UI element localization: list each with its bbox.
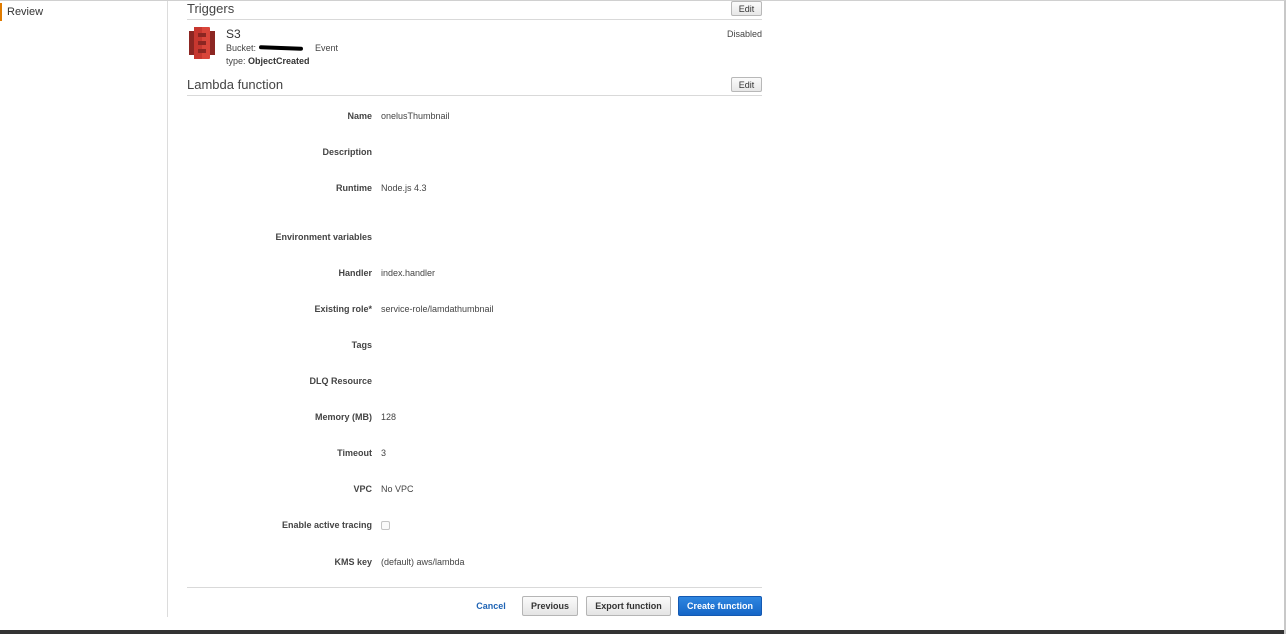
export-function-button[interactable]: Export function bbox=[586, 596, 671, 616]
trigger-type-label: type: bbox=[226, 56, 246, 66]
edit-triggers-button[interactable]: Edit bbox=[731, 1, 762, 16]
trigger-event-type: type: ObjectCreated bbox=[226, 56, 310, 66]
cancel-button[interactable]: Cancel bbox=[476, 596, 506, 616]
timeout-label: Timeout bbox=[337, 448, 372, 458]
trigger-bucket-label: Bucket: bbox=[226, 43, 257, 53]
trigger-event-label: Event bbox=[315, 43, 339, 53]
wizard-frame: Review Triggers Edit S3 Bucket: Event ty… bbox=[0, 0, 1286, 634]
handler-value: index.handler bbox=[381, 268, 436, 278]
handler-label: Handler bbox=[338, 268, 372, 278]
triggers-title: Triggers bbox=[187, 1, 235, 16]
memory-label: Memory (MB) bbox=[314, 412, 372, 422]
timeout-value: 3 bbox=[381, 448, 387, 458]
dlq-resource-label: DLQ Resource bbox=[309, 376, 372, 386]
memory-value: 128 bbox=[381, 412, 397, 422]
runtime-label: Runtime bbox=[336, 183, 372, 193]
vpc-label: VPC bbox=[353, 484, 372, 494]
existing-role-value: service-role/lamdathumbnail bbox=[381, 304, 494, 314]
side-navigation: Review bbox=[0, 1, 168, 617]
existing-role-label: Existing role* bbox=[314, 304, 372, 314]
sidebar-item-review[interactable]: Review bbox=[0, 3, 43, 21]
lambda-section-header: Lambda function Edit bbox=[187, 77, 762, 96]
footer-divider bbox=[187, 587, 762, 588]
previous-button[interactable]: Previous bbox=[522, 596, 578, 616]
edit-lambda-button[interactable]: Edit bbox=[731, 77, 762, 92]
runtime-value: Node.js 4.3 bbox=[381, 183, 427, 193]
lambda-title: Lambda function bbox=[187, 77, 284, 92]
s3-bucket-icon bbox=[189, 27, 215, 59]
trigger-type-value: ObjectCreated bbox=[248, 56, 310, 66]
create-function-button[interactable]: Create function bbox=[678, 596, 762, 616]
triggers-section-header: Triggers Edit bbox=[187, 1, 762, 20]
kms-key-label: KMS key bbox=[334, 557, 372, 567]
trigger-row: S3 Bucket: Event type: ObjectCreated Dis… bbox=[187, 25, 762, 71]
active-tracing-label: Enable active tracing bbox=[281, 520, 372, 530]
active-tracing-checkbox[interactable] bbox=[381, 521, 390, 530]
window-bottom-bar bbox=[0, 630, 1284, 634]
trigger-name: S3 bbox=[226, 27, 241, 41]
bucket-name-redaction bbox=[258, 45, 304, 51]
kms-key-value: (default) aws/lambda bbox=[381, 557, 465, 567]
description-label: Description bbox=[322, 147, 372, 157]
environment-variables-label: Environment variables bbox=[275, 232, 372, 242]
name-label: Name bbox=[347, 111, 372, 121]
tags-label: Tags bbox=[351, 340, 372, 350]
trigger-status: Disabled bbox=[726, 29, 762, 39]
name-value: onelusThumbnail bbox=[381, 111, 450, 121]
vpc-value: No VPC bbox=[381, 484, 414, 494]
